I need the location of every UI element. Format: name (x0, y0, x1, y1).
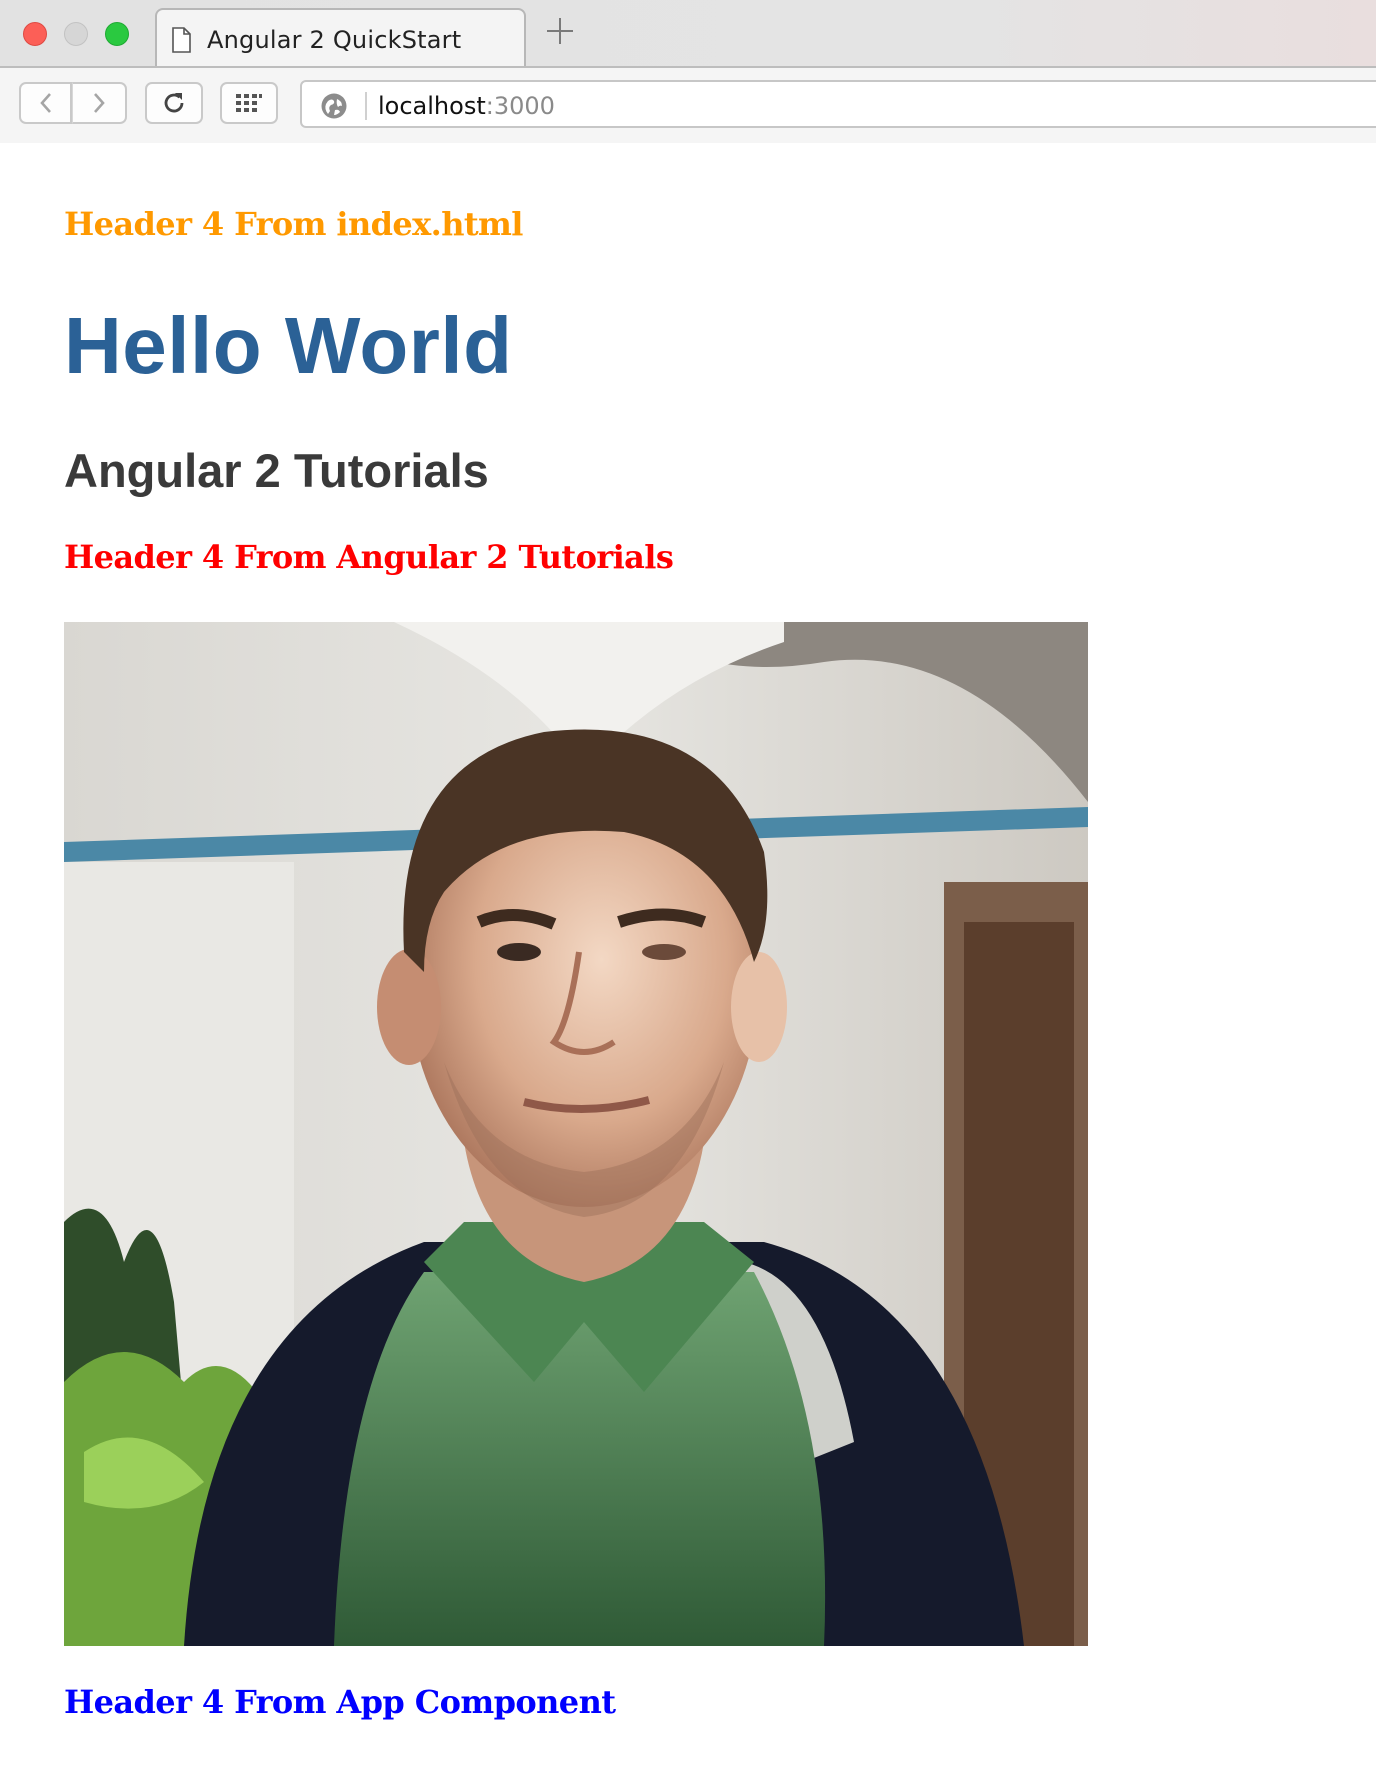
browser-toolbar: localhost:3000 (0, 66, 1376, 143)
header-from-tutorials: Header 4 From Angular 2 Tutorials (64, 538, 674, 576)
tab-angular-quickstart[interactable]: Angular 2 QuickStart (155, 8, 526, 68)
tab-strip: Angular 2 QuickStart (0, 0, 1376, 68)
globe-icon[interactable] (320, 92, 348, 120)
window-maximize-button[interactable] (105, 22, 129, 46)
window-close-button[interactable] (23, 22, 47, 46)
forward-button[interactable] (72, 82, 127, 124)
page-title: Hello World (64, 301, 513, 390)
document-icon (172, 27, 191, 53)
reload-button[interactable] (145, 82, 203, 124)
url-text[interactable]: localhost:3000 (378, 92, 555, 120)
page-subtitle: Angular 2 Tutorials (64, 444, 489, 497)
apps-button[interactable] (220, 82, 278, 124)
url-port: :3000 (485, 92, 555, 120)
page-content: Header 4 From index.html Hello World Ang… (0, 145, 1376, 1792)
plus-icon[interactable] (543, 14, 577, 48)
browser-chrome: Angular 2 QuickStart localhost:3000 (0, 0, 1376, 143)
chevron-right-icon (94, 93, 105, 113)
header-from-app-component: Header 4 From App Component (64, 1683, 616, 1721)
address-separator (365, 92, 367, 120)
back-button[interactable] (19, 82, 72, 124)
address-bar[interactable]: localhost:3000 (300, 80, 1376, 128)
url-host: localhost (378, 92, 486, 120)
apps-grid-icon (236, 94, 262, 112)
window-minimize-button[interactable] (64, 22, 88, 46)
portrait-photo (64, 622, 1088, 1646)
reload-icon (164, 93, 184, 113)
chevron-left-icon (39, 93, 51, 113)
tab-title: Angular 2 QuickStart (207, 26, 462, 54)
header-from-index: Header 4 From index.html (64, 205, 523, 243)
